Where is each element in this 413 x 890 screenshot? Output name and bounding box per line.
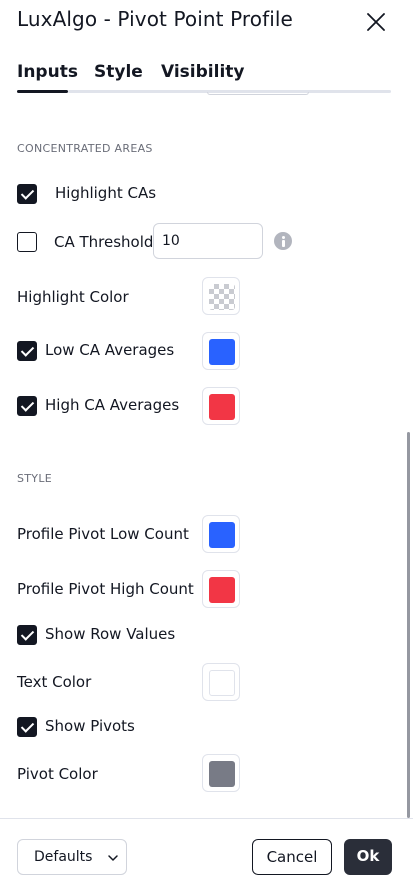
white-color-fill <box>209 670 235 696</box>
scrolled-field-edge <box>207 92 309 95</box>
highlight-color-label: Highlight Color <box>17 288 129 306</box>
high-ca-averages-label: High CA Averages <box>45 396 180 414</box>
show-row-values-label: Show Row Values <box>45 625 176 643</box>
tab-style[interactable]: Style <box>94 62 143 82</box>
profile-pivot-high-count-label: Profile Pivot High Count <box>17 580 194 598</box>
tab-inputs[interactable]: Inputs <box>17 62 78 82</box>
cancel-label: Cancel <box>266 848 318 866</box>
pivot-color-swatch[interactable] <box>202 754 240 792</box>
show-pivots-label: Show Pivots <box>45 717 135 735</box>
close-icon <box>367 13 385 31</box>
red-color-fill <box>209 394 235 420</box>
info-icon[interactable] <box>274 232 292 250</box>
tab-bar: Inputs Style Visibility <box>0 56 413 96</box>
red-color-fill <box>209 577 235 603</box>
show-row-values-checkbox[interactable] <box>17 625 37 645</box>
tab-visibility[interactable]: Visibility <box>161 62 245 82</box>
profile-pivot-high-count-color-swatch[interactable] <box>202 570 240 608</box>
scrollbar-thumb[interactable] <box>407 432 410 818</box>
dialog-header: LuxAlgo - Pivot Point Profile <box>0 0 413 50</box>
ca-threshold-input[interactable] <box>153 223 263 259</box>
low-ca-averages-color-swatch[interactable] <box>202 332 240 370</box>
text-color-label: Text Color <box>17 673 92 691</box>
low-ca-averages-checkbox[interactable] <box>17 341 37 361</box>
chevron-down-icon <box>108 855 118 861</box>
ok-button[interactable]: Ok <box>344 839 392 875</box>
ok-label: Ok <box>356 847 380 865</box>
highlight-cas-checkbox[interactable] <box>17 184 37 204</box>
profile-pivot-low-count-label: Profile Pivot Low Count <box>17 525 189 543</box>
dialog-title: LuxAlgo - Pivot Point Profile <box>17 7 293 31</box>
section-title-concentrated-areas: CONCENTRATED AREAS <box>17 142 153 155</box>
transparent-color-fill <box>209 284 235 310</box>
low-ca-averages-label: Low CA Averages <box>45 341 175 359</box>
high-ca-averages-color-swatch[interactable] <box>202 387 240 425</box>
pivot-color-label: Pivot Color <box>17 765 98 783</box>
settings-dialog: LuxAlgo - Pivot Point Profile Inputs Sty… <box>0 0 413 890</box>
cancel-button[interactable]: Cancel <box>252 839 332 875</box>
gray-color-fill <box>209 761 235 787</box>
blue-color-fill <box>209 522 235 548</box>
highlight-cas-label: Highlight CAs <box>55 184 157 202</box>
highlight-color-swatch[interactable] <box>202 277 240 315</box>
inputs-panel[interactable]: CONCENTRATED AREAS Highlight CAs CA Thre… <box>0 96 413 818</box>
active-tab-indicator <box>17 90 68 93</box>
ca-threshold-label: CA Threshold <box>54 233 154 251</box>
ca-threshold-checkbox[interactable] <box>17 232 37 252</box>
close-button[interactable] <box>360 6 392 38</box>
text-color-swatch[interactable] <box>202 663 240 701</box>
show-pivots-checkbox[interactable] <box>17 717 37 737</box>
defaults-label: Defaults <box>34 849 93 865</box>
blue-color-fill <box>209 339 235 365</box>
section-title-style: STYLE <box>17 472 52 485</box>
defaults-dropdown[interactable]: Defaults <box>17 839 127 875</box>
high-ca-averages-checkbox[interactable] <box>17 396 37 416</box>
profile-pivot-low-count-color-swatch[interactable] <box>202 515 240 553</box>
dialog-footer: Defaults Cancel Ok <box>0 818 413 890</box>
